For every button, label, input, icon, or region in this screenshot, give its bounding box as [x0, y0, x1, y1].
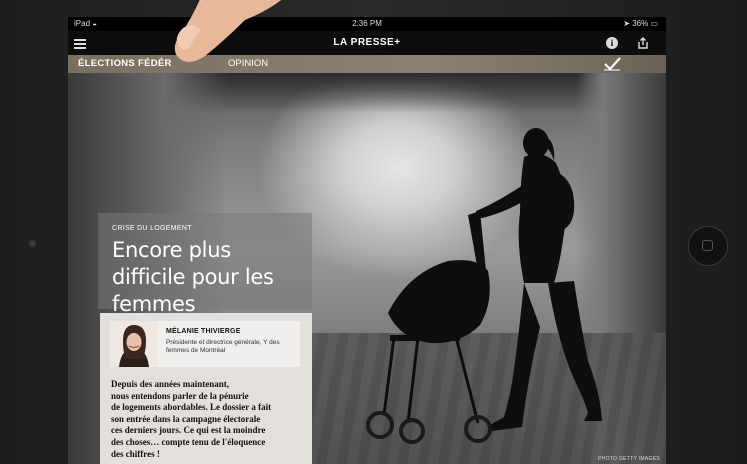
- article-body-card[interactable]: MÉLANIE THIVIERGE Présidente et directri…: [100, 313, 312, 464]
- author-name: MÉLANIE THIVIERGE: [166, 328, 241, 335]
- article-headline: Encore plus difficile pour les femmes: [112, 238, 274, 316]
- camera-dot: [28, 239, 37, 248]
- article-kicker: CRISE DU LOGEMENT: [112, 225, 192, 232]
- checkmark-badge-icon: [604, 57, 621, 71]
- woman-with-stroller-silhouette: [366, 128, 602, 444]
- avatar: [111, 321, 157, 367]
- section-bar: ÉLECTIONS FÉDÉR OPINION: [68, 55, 666, 73]
- home-button[interactable]: [688, 226, 728, 266]
- share-icon[interactable]: [636, 36, 650, 50]
- article-lead-paragraph: Depuis des années maintenant, nous enten…: [111, 379, 272, 459]
- status-battery: ➤ 36% ▭: [623, 19, 658, 28]
- app-navbar: LA PRESSE+ i: [68, 31, 666, 55]
- pointing-finger: [174, 0, 282, 62]
- section-primary[interactable]: ÉLECTIONS FÉDÉR: [78, 55, 172, 73]
- status-time: 2:36 PM: [352, 19, 382, 28]
- author-role: Présidente et directrice générale, Y des…: [166, 339, 280, 354]
- battery-icon: ▭: [650, 19, 658, 28]
- tablet-screen: iPad ◒ 2:36 PM ➤ 36% ▭ LA PRESSE+ i ÉLEC…: [68, 17, 666, 464]
- photo-credit: PHOTO GETTY IMAGES: [598, 456, 660, 462]
- tablet-frame: iPad ◒ 2:36 PM ➤ 36% ▭ LA PRESSE+ i ÉLEC…: [0, 0, 747, 464]
- app-brand: LA PRESSE+: [333, 37, 401, 48]
- status-bar: iPad ◒ 2:36 PM ➤ 36% ▭: [68, 17, 666, 31]
- author-box: MÉLANIE THIVIERGE Présidente et directri…: [110, 321, 300, 367]
- info-icon[interactable]: i: [606, 37, 618, 49]
- headline-card[interactable]: CRISE DU LOGEMENT Encore plus difficile …: [98, 213, 312, 316]
